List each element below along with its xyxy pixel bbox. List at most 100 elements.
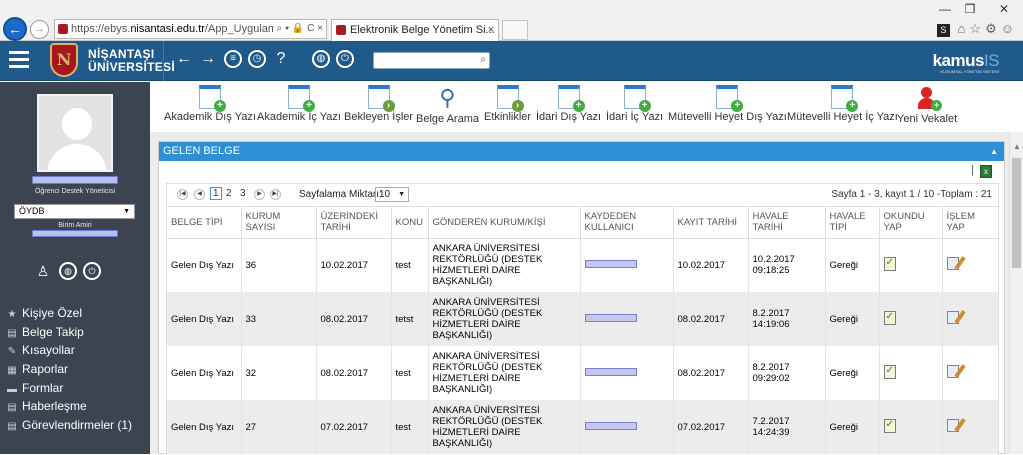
- content-area: GELEN BELGE ▲ | x |◀ ◀ 1 2 3 ▶ ▶| Sayfal…: [150, 132, 1023, 455]
- sidebar-menu: ★ Kişiye Özel ▤ Belge Takip ✎ Kısayollar ▦ R…: [0, 304, 150, 435]
- yeni-vekalet-button[interactable]: + Yeni Vekalet: [897, 85, 957, 130]
- back-icon[interactable]: ←: [175, 50, 193, 68]
- hamburger-menu-icon[interactable]: [9, 51, 29, 69]
- column-header[interactable]: KURUM SAYISI: [241, 207, 317, 239]
- sidebar-item-label: Formlar: [22, 380, 64, 395]
- page-link-2[interactable]: 2: [226, 188, 232, 199]
- akademik-dis-yazi-button[interactable]: + Akademik Dış Yazı: [164, 85, 256, 130]
- process-document-icon[interactable]: [946, 364, 966, 379]
- column-header[interactable]: GÖNDEREN KURUM/KİŞİ: [428, 207, 581, 239]
- column-header[interactable]: HAVALE TİPİ: [825, 207, 880, 239]
- column-header[interactable]: BELGE TİPİ: [167, 207, 242, 239]
- brand-suffix: IS: [983, 51, 1000, 70]
- column-header[interactable]: ÜZERİNDEKİ TARİHİ: [316, 207, 392, 239]
- restore-icon[interactable]: ❐: [962, 2, 978, 16]
- etkinlikler-button[interactable]: › Etkinlikler: [484, 85, 531, 130]
- sidebar-item-belge-takip[interactable]: ▤ Belge Takip: [0, 323, 150, 342]
- toolbar-button-label: İdari İç Yazı: [606, 111, 664, 123]
- url-prefix: https://ebys.: [71, 23, 131, 35]
- akademik-ic-yazi-button[interactable]: + Akademik İç Yazı: [257, 85, 341, 130]
- mark-read-icon[interactable]: [883, 418, 896, 433]
- header-search-input[interactable]: ⌕: [373, 52, 490, 69]
- sidebar-item-raporlar[interactable]: ▦ Raporlar: [0, 360, 150, 379]
- forward-icon[interactable]: →: [199, 50, 217, 68]
- cell-okundu: [879, 238, 943, 292]
- table-row[interactable]: Gelen Dış Yazı 36 10.02.2017 test ANKARA…: [167, 238, 998, 292]
- minimize-icon[interactable]: —: [937, 2, 953, 16]
- sidebar-item-haberlesme[interactable]: ▤ Haberleşme: [0, 397, 150, 416]
- mutevelli-heyet-dis-yazi-button[interactable]: + Mütevelli Heyet Dış Yazı: [668, 85, 787, 130]
- panel-header: GELEN BELGE ▲: [159, 142, 1004, 161]
- page-size-select[interactable]: 10 ▼: [375, 187, 409, 202]
- next-page-icon[interactable]: ▶: [254, 189, 265, 200]
- idari-ic-yazi-button[interactable]: + İdari İç Yazı: [606, 85, 663, 130]
- cell-havale-tipi: Gereği: [825, 292, 880, 346]
- column-header[interactable]: HAVALE TARİHİ: [748, 207, 826, 239]
- last-page-icon[interactable]: ▶|: [270, 189, 281, 200]
- first-page-icon[interactable]: |◀: [177, 189, 188, 200]
- page-link-1[interactable]: 1: [210, 187, 222, 200]
- history-clock-icon[interactable]: ◷: [248, 50, 266, 68]
- page-link-3[interactable]: 3: [240, 188, 246, 199]
- settings-gear-icon[interactable]: ⚙: [985, 21, 1001, 36]
- sidebar-item-kisiye-ozel[interactable]: ★ Kişiye Özel: [0, 304, 150, 323]
- mutevelli-heyet-ic-yazi-button[interactable]: + Mütevelli Heyet İç Yazı: [787, 85, 898, 130]
- smiley-icon[interactable]: ☺: [1001, 21, 1018, 36]
- scroll-up-icon[interactable]: ▲: [1013, 142, 1021, 151]
- power-icon[interactable]: ⏻: [83, 262, 101, 280]
- cell-havale-tarihi: 8.2.2017 09:29:02: [748, 346, 826, 400]
- sidebar: Öğrenci Destek Yöneticisi ÖYDB ▼ Birim Am…: [0, 82, 150, 454]
- mark-read-icon[interactable]: [883, 364, 896, 379]
- process-document-icon[interactable]: [946, 418, 966, 433]
- column-header[interactable]: OKUNDU YAP: [879, 207, 943, 239]
- address-bar[interactable]: https://ebys.nisantasi.edu.tr/App_Uygula…: [54, 19, 327, 39]
- cell-kaydeden: [580, 292, 674, 346]
- scrollbar-thumb[interactable]: [1012, 158, 1021, 268]
- mark-read-icon[interactable]: [883, 310, 896, 325]
- cell-uzerindeki-tarih: 07.02.2017: [316, 400, 392, 454]
- prev-page-icon[interactable]: ◀: [194, 189, 205, 200]
- extension-icon[interactable]: S: [936, 24, 950, 37]
- column-header[interactable]: KONU: [391, 207, 429, 239]
- power-icon[interactable]: ⏻: [336, 50, 354, 68]
- new-tab-button[interactable]: [502, 20, 528, 40]
- home-icon[interactable]: ⌂: [958, 21, 970, 36]
- browser-tab[interactable]: Elektronik Belge Yönetim Si... ×: [331, 19, 499, 41]
- belge-arama-button[interactable]: ⚲ Belge Arama: [416, 85, 479, 130]
- forward-arrow-icon[interactable]: →: [30, 20, 49, 39]
- cell-kaydeden: [580, 238, 674, 292]
- cell-uzerindeki-tarih: 08.02.2017: [316, 346, 392, 400]
- process-document-icon[interactable]: [946, 256, 966, 271]
- idari-dis-yazi-button[interactable]: + İdari Dış Yazı: [536, 85, 601, 130]
- globe-icon[interactable]: ◍: [312, 50, 330, 68]
- page-scrollbar[interactable]: ▲: [1009, 132, 1023, 454]
- sidebar-item-gorevlendirmeler[interactable]: ▤ Görevlendirmeler (1): [0, 416, 150, 435]
- sidebar-item-kisayollar[interactable]: ✎ Kısayollar: [0, 341, 150, 360]
- favorites-star-icon[interactable]: ☆: [969, 21, 985, 36]
- mark-read-icon[interactable]: [883, 256, 896, 271]
- excel-export-icon[interactable]: x: [980, 165, 992, 178]
- bekleyen-isler-button[interactable]: › Bekleyen İşler: [344, 85, 413, 130]
- collapse-icon[interactable]: ▲: [990, 142, 998, 161]
- list-icon[interactable]: ≡: [224, 50, 242, 68]
- table-row[interactable]: Gelen Dış Yazı 32 08.02.2017 test ANKARA…: [167, 346, 998, 400]
- help-icon[interactable]: ?: [272, 50, 290, 68]
- toolbar-button-label: Akademik Dış Yazı: [164, 111, 256, 123]
- column-header[interactable]: İŞLEM YAP: [942, 207, 998, 239]
- column-header[interactable]: KAYDEDEN KULLANICI: [580, 207, 674, 239]
- tab-close-icon[interactable]: ×: [488, 20, 494, 40]
- search-icon[interactable]: ⌕: [480, 54, 486, 65]
- address-bar-icons[interactable]: ⌕ ▾ 🔒 C ×: [273, 20, 323, 38]
- add-person-icon: +: [915, 85, 943, 111]
- process-document-icon[interactable]: [946, 310, 966, 325]
- table-row[interactable]: Gelen Dış Yazı 27 07.02.2017 test ANKARA…: [167, 400, 998, 454]
- column-header[interactable]: KAYIT TARİHİ: [673, 207, 749, 239]
- globe-icon[interactable]: ◍: [59, 262, 77, 280]
- user-profile-icon[interactable]: ♙: [34, 262, 52, 280]
- window-close-icon[interactable]: ✕: [996, 2, 1012, 16]
- unit-select[interactable]: ÖYDB ▼: [14, 204, 135, 219]
- app-header: N NİŞANTAŞI ÜNİVERSİTESİ ← → ≡ ◷ ? ◍ ⏻ ⌕…: [0, 41, 1023, 81]
- table-row[interactable]: Gelen Dış Yazı 33 08.02.2017 tetst ANKAR…: [167, 292, 998, 346]
- sidebar-item-formlar[interactable]: ▬ Formlar: [0, 379, 150, 398]
- back-arrow-icon[interactable]: ←: [3, 17, 27, 41]
